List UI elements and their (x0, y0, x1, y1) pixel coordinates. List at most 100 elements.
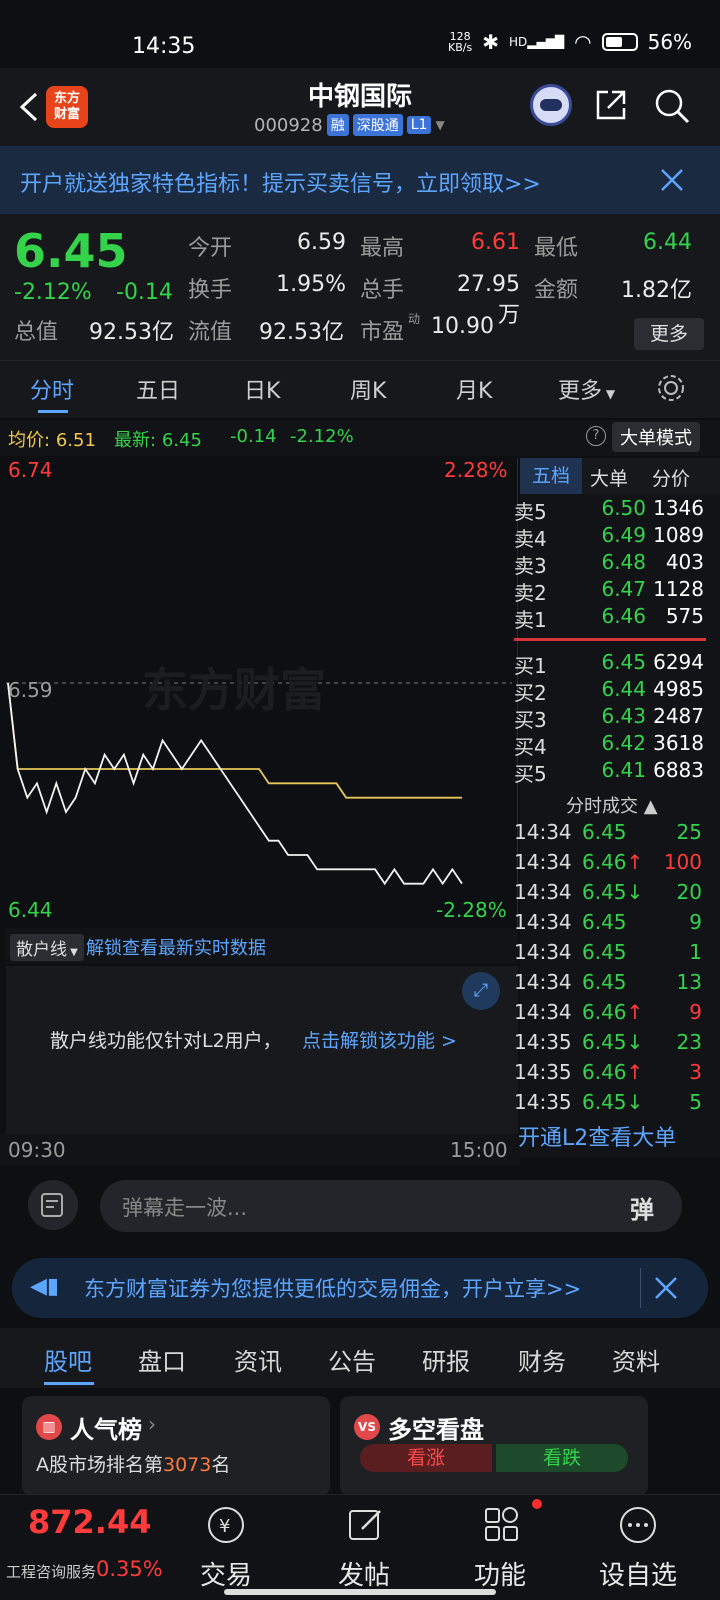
quote-value-1: 6.61 (471, 230, 520, 255)
tab-weekly-k[interactable]: 周K (350, 373, 386, 405)
more-button[interactable]: 更多 (634, 318, 704, 350)
trade-t-6: 14:34 (514, 1000, 572, 1024)
add-watchlist-icon[interactable] (618, 1505, 658, 1545)
cards-row: ▥ 人气榜 › A股市场排名第3073名 VS 多空看盘 看涨 看跌 (0, 1388, 720, 1496)
tab-announcements[interactable]: 公告 (328, 1342, 376, 1377)
tab-orderbook[interactable]: 盘口 (138, 1342, 186, 1377)
notification-dot (532, 1499, 542, 1509)
tab-research[interactable]: 研报 (422, 1342, 470, 1377)
asks-l-1: 卖4 (514, 527, 547, 551)
quote-label-8: 市盈 (360, 320, 405, 345)
big-order-mode-button[interactable]: 大单模式 (612, 422, 700, 452)
trade-v-6: 9 (689, 1000, 702, 1024)
bids-v-4: 6883 (653, 758, 704, 782)
tab-five-levels[interactable]: 五档 (520, 458, 582, 494)
tab-financials[interactable]: 财务 (518, 1342, 566, 1377)
trade-v-0: 25 (676, 820, 702, 844)
trade-v-4: 1 (689, 940, 702, 964)
close-icon[interactable] (654, 1276, 678, 1300)
l2-upgrade-link[interactable]: 开通L2查看大单 (518, 1120, 676, 1152)
trade-p-1: 6.46↑ (582, 850, 644, 874)
chevron-right-icon: › (148, 1412, 156, 1436)
unlock-realtime-link[interactable]: 解锁查看最新实时数据 (86, 934, 266, 960)
vs-icon: VS (354, 1414, 380, 1440)
intraday-chart[interactable]: 6.74 2.28% 6.59 6.44 -2.28% 东方财富 (6, 458, 518, 928)
search-icon[interactable] (654, 88, 690, 124)
tab-intraday[interactable]: 分时 (30, 373, 74, 405)
post-icon[interactable] (346, 1505, 386, 1545)
asks-v-4: 575 (665, 604, 704, 628)
unlock-feature-link[interactable]: 点击解锁该功能 > (302, 1026, 457, 1053)
trade-v-7: 23 (676, 1030, 702, 1054)
status-bar: 14:35 128 KB/s ✱ HD▂▄▆█ ◠ 56% (0, 0, 720, 68)
cell-signal-icon: HD▂▄▆█ (508, 35, 565, 49)
watermark: 东方财富 (142, 663, 326, 717)
section-tabs: 股吧 盘口 资讯 公告 研报 财务 资料 (0, 1328, 720, 1388)
quote-label-0: 今开 (188, 236, 233, 261)
index-name[interactable]: 工程咨询服务 (6, 1561, 96, 1582)
vote-bull-button[interactable]: 看涨 (360, 1444, 492, 1472)
expand-icon[interactable]: ⤢ (462, 972, 500, 1010)
nav-features[interactable]: 功能 (450, 1555, 550, 1592)
share-icon[interactable] (594, 88, 628, 122)
bids-l-0: 买1 (514, 654, 547, 678)
status-icons: 128 KB/s ✱ HD▂▄▆█ ◠ 56% (448, 30, 692, 54)
tab-more[interactable]: 更多 ▼ (558, 373, 615, 405)
promo-banner[interactable]: 开户就送独家特色指标！提示买卖信号，立即领取>> (0, 146, 720, 214)
retail-line-bar: 散户线 ▼ 解锁查看最新实时数据 (6, 928, 518, 964)
asks-l-2: 卖3 (514, 554, 547, 578)
settings-icon[interactable] (656, 373, 686, 403)
retail-line-select[interactable]: 散户线 ▼ (10, 934, 84, 961)
popularity-card[interactable]: ▥ 人气榜 › A股市场排名第3073名 (22, 1396, 330, 1496)
nav-post[interactable]: 发帖 (314, 1555, 414, 1592)
avg-value: 6.51 (55, 430, 96, 451)
trade-v-1: 100 (663, 850, 702, 874)
asks-v-1: 1089 (653, 523, 704, 547)
comment-list-icon[interactable] (28, 1180, 78, 1230)
index-value[interactable]: 872.44 (28, 1503, 151, 1541)
popularity-rank-text: A股市场排名第3073名 (36, 1454, 231, 1476)
trade-icon[interactable]: ¥ (206, 1505, 246, 1545)
asks-l-4: 卖1 (514, 608, 547, 632)
trade-p-5: 6.45 (582, 970, 627, 994)
asks-p-3: 6.47 (601, 577, 646, 601)
avg-label: 均价: (8, 430, 51, 451)
bull-bear-card[interactable]: VS 多空看盘 看涨 看跌 (340, 1396, 648, 1496)
active-tab-underline (38, 410, 68, 413)
nav-add-watchlist[interactable]: 设自选 (588, 1555, 688, 1592)
asks-l-3: 卖2 (514, 581, 547, 605)
stock-code-row[interactable]: 000928 融 深股通 L1 ▼ (254, 114, 445, 136)
tab-news[interactable]: 资讯 (234, 1342, 282, 1377)
quote-value-7: 92.53亿 (259, 320, 344, 345)
trade-p-6: 6.46↑ (582, 1000, 644, 1024)
trade-t-1: 14:34 (514, 850, 572, 874)
bids-v-2: 2487 (653, 704, 704, 728)
nav-trade[interactable]: 交易 (176, 1555, 276, 1592)
asks-p-4: 6.46 (601, 604, 646, 628)
tab-price-distribution[interactable]: 分价 (652, 464, 690, 491)
tab-monthly-k[interactable]: 月K (456, 373, 492, 405)
trades-title[interactable]: 分时成交 ▲ (566, 792, 658, 818)
help-icon[interactable]: ? (586, 426, 606, 446)
avg-change: -0.14 (230, 426, 277, 447)
tab-five-day[interactable]: 五日 (136, 373, 180, 405)
asks-p-0: 6.50 (601, 496, 646, 520)
change-percent: -2.12% (14, 280, 92, 305)
tab-daily-k[interactable]: 日K (244, 373, 280, 405)
comment-input[interactable]: 弹幕走一波... 弹 (100, 1180, 682, 1232)
features-icon[interactable] (482, 1505, 522, 1545)
wifi-icon: ◠ (574, 30, 592, 54)
vote-bear-button[interactable]: 看跌 (496, 1444, 628, 1472)
time-axis: 09:30 15:00 (0, 1134, 520, 1168)
robot-assistant-icon[interactable] (530, 84, 572, 126)
tab-profile[interactable]: 资料 (612, 1342, 660, 1377)
bull-bear-title: 多空看盘 (388, 1416, 484, 1444)
tab-big-orders[interactable]: 大单 (590, 464, 628, 491)
close-icon[interactable] (660, 168, 684, 192)
commission-ad[interactable]: ◀▮ 东方财富证券为您提供更低的交易佣金，开户立享>> (12, 1258, 708, 1318)
svg-text:¥: ¥ (219, 1516, 230, 1537)
danmu-toggle-button[interactable]: 弹 (630, 1190, 654, 1225)
asks-p-2: 6.48 (601, 550, 646, 574)
asks-v-2: 403 (665, 550, 704, 574)
tab-forum[interactable]: 股吧 (44, 1342, 92, 1377)
